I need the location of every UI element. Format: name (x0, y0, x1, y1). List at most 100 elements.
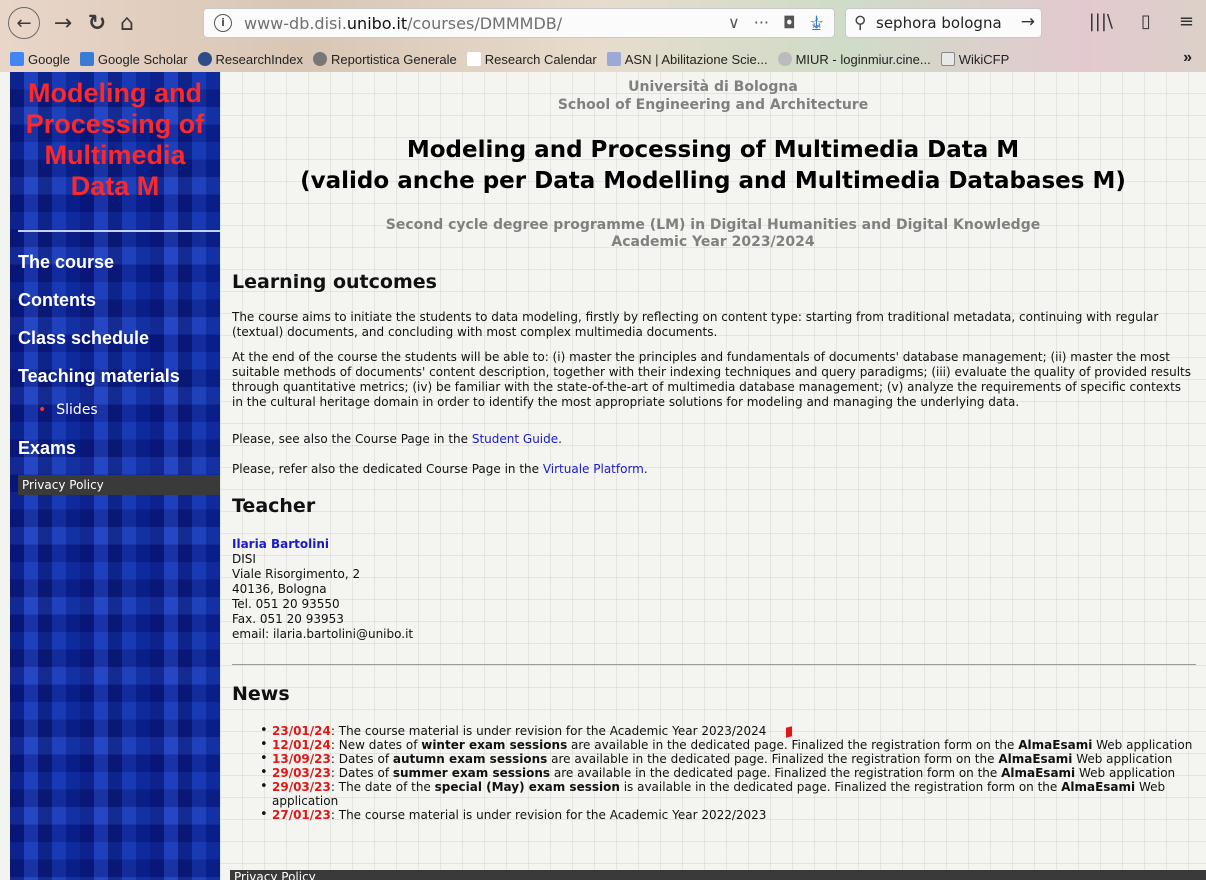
url-text: www-db.disi.unibo.it/courses/DMMMDB/ (244, 14, 563, 33)
bookmark-wikicfp[interactable]: WikiCFP (940, 52, 1009, 67)
library-icon[interactable]: |||\ (1089, 11, 1113, 32)
news-text: are available in the dedicated page. Fin… (550, 766, 1002, 780)
news-emphasis: AlmaEsami (998, 752, 1073, 766)
sidebar-item-class-schedule[interactable]: Class schedule (18, 328, 149, 349)
news-text: Web application (1092, 738, 1193, 752)
teacher-heading: Teacher (232, 495, 316, 517)
sidebar-subitem-slides[interactable]: • Slides (38, 402, 98, 418)
section-divider (232, 664, 1196, 665)
reload-icon[interactable]: ↻ (82, 8, 112, 38)
chevron-down-icon[interactable]: ∨ (728, 13, 740, 32)
learning-outcomes-heading: Learning outcomes (232, 271, 437, 293)
calendar-favicon-icon (466, 52, 481, 66)
academic-year: Academic Year 2023/2024 (611, 234, 815, 250)
school-name: School of Engineering and Architecture (557, 97, 869, 113)
news-text: : The course material is under revision … (330, 808, 767, 822)
news-text: is available in the dedicated page. Fina… (619, 780, 1062, 794)
forward-arrow-icon[interactable]: → (48, 8, 78, 38)
bookmark-miur[interactable]: MIUR - loginmiur.cine... (777, 52, 931, 67)
browser-toolbar: ← → ↻ ⌂ i www-db.disi.unibo.it/courses/D… (0, 0, 1206, 46)
news-item: 13/09/23: Dates of autumn exam sessions … (260, 752, 1196, 766)
news-date: 29/03/23 (272, 766, 331, 780)
sidebar-item-teaching-materials[interactable]: Teaching materials (18, 366, 180, 387)
bookmarks-bar: Google Google Scholar ResearchIndex Repo… (0, 46, 1206, 72)
bookmark-google-scholar[interactable]: Google Scholar (79, 52, 188, 67)
wikicfp-favicon-icon (940, 52, 955, 66)
news-emphasis: summer exam sessions (392, 766, 551, 780)
asn-favicon-icon (606, 52, 621, 66)
news-emphasis: AlmaEsami (1018, 738, 1093, 752)
menu-icon[interactable]: ≡ (1179, 11, 1194, 32)
virtuale-paragraph: Please, refer also the dedicated Course … (232, 462, 648, 476)
search-box[interactable]: ⚲ sephora bologna f → (845, 8, 1042, 38)
news-text: Web application (1072, 752, 1173, 766)
news-text: are available in the dedicated page. Fin… (547, 752, 999, 766)
footer-privacy-policy-link[interactable]: Privacy Policy (230, 870, 1206, 880)
news-list: 23/01/24: The course material is under r… (260, 724, 1196, 822)
teacher-card: Ilaria Bartolini DISI Viale Risorgimento… (232, 537, 1194, 642)
news-item: 29/03/23: Dates of summer exam sessions … (260, 766, 1196, 780)
news-item: 23/01/24: The course material is under r… (260, 724, 1196, 738)
new-flag-icon (786, 726, 793, 738)
university-name: Università di Bologna (628, 79, 798, 95)
page-title: Modeling and Processing of Multimedia Da… (300, 137, 1126, 194)
news-text: : Dates of (330, 752, 393, 766)
sidebar-divider (18, 230, 220, 232)
teacher-name-link[interactable]: Ilaria Bartolini (232, 537, 1194, 552)
search-input[interactable]: sephora bologna f (876, 14, 1006, 32)
news-text: : The course material is under revision … (330, 724, 767, 738)
teacher-address: Viale Risorgimento, 2 (232, 567, 361, 581)
home-icon[interactable]: ⌂ (112, 8, 142, 38)
news-text: : The date of the (330, 780, 435, 794)
bookmark-google[interactable]: Google (10, 52, 70, 67)
bookmark-asn[interactable]: ASN | Abilitazione Scie... (606, 52, 768, 67)
news-text: : Dates of (330, 766, 393, 780)
sidebar-item-the-course[interactable]: The course (18, 252, 114, 273)
virtuale-platform-link[interactable]: Virtuale Platform (543, 462, 644, 476)
google-favicon-icon (10, 52, 24, 66)
researchindex-favicon-icon (197, 52, 212, 66)
main-content: Università di Bologna School of Engineer… (220, 72, 1206, 880)
news-item: 29/03/23: The date of the special (May) … (260, 780, 1196, 808)
teacher-department: DISI (232, 552, 256, 566)
pocket-icon[interactable]: ◘ (783, 13, 796, 32)
sidebar-item-contents[interactable]: Contents (18, 290, 96, 311)
outcomes-paragraph-2: At the end of the course the students wi… (232, 350, 1191, 409)
browser-chrome: ← → ↻ ⌂ i www-db.disi.unibo.it/courses/D… (0, 0, 1206, 72)
more-actions-icon[interactable]: ··· (754, 13, 769, 32)
info-icon[interactable]: i (214, 14, 232, 32)
news-heading: News (232, 683, 290, 705)
url-bar[interactable]: i www-db.disi.unibo.it/courses/DMMMDB/ ∨… (203, 8, 835, 38)
news-text: : New dates of (330, 738, 422, 752)
sidebar: Modeling and Processing of Multimedia Da… (10, 72, 230, 880)
search-icon: ⚲ (854, 13, 867, 33)
news-emphasis: autumn exam sessions (392, 752, 548, 766)
bookmarks-overflow-icon[interactable]: » (1183, 49, 1192, 67)
miur-favicon-icon (777, 52, 792, 66)
bookmark-researchindex[interactable]: ResearchIndex (197, 52, 303, 67)
globe-favicon-icon (313, 52, 327, 66)
student-guide-link[interactable]: Student Guide (472, 432, 558, 446)
back-arrow-icon[interactable]: ← (8, 7, 40, 39)
bookmark-research-calendar[interactable]: Research Calendar (466, 52, 597, 67)
news-date: 23/01/24 (272, 724, 331, 738)
teacher-email: email: ilaria.bartolini@unibo.it (232, 627, 414, 641)
outcomes-paragraph-1: The course aims to initiate the students… (232, 310, 1159, 339)
sidebar-title: Modeling and Processing of Multimedia Da… (25, 78, 205, 201)
student-guide-paragraph: Please, see also the Course Page in the … (232, 432, 562, 446)
news-emphasis: special (May) exam session (434, 780, 620, 794)
sidebar-item-exams[interactable]: Exams (18, 438, 76, 459)
sidebar-privacy-policy-link[interactable]: Privacy Policy (18, 475, 230, 495)
programme-name: Second cycle degree programme (LM) in Di… (385, 217, 1041, 233)
news-emphasis: winter exam sessions (421, 738, 568, 752)
teacher-fax: Fax. 051 20 93953 (232, 612, 344, 626)
news-emphasis: AlmaEsami (1061, 780, 1136, 794)
search-go-icon[interactable]: → (1021, 12, 1035, 32)
sidebar-toggle-icon[interactable]: ▯ (1141, 11, 1151, 32)
news-text: Web application (1075, 766, 1176, 780)
news-item: 12/01/24: New dates of winter exam sessi… (260, 738, 1196, 752)
news-date: 29/03/23 (272, 780, 331, 794)
bookmark-reportistica[interactable]: Reportistica Generale (313, 52, 457, 67)
scholar-favicon-icon (79, 52, 94, 66)
download-icon[interactable]: ⤓ (812, 10, 821, 34)
